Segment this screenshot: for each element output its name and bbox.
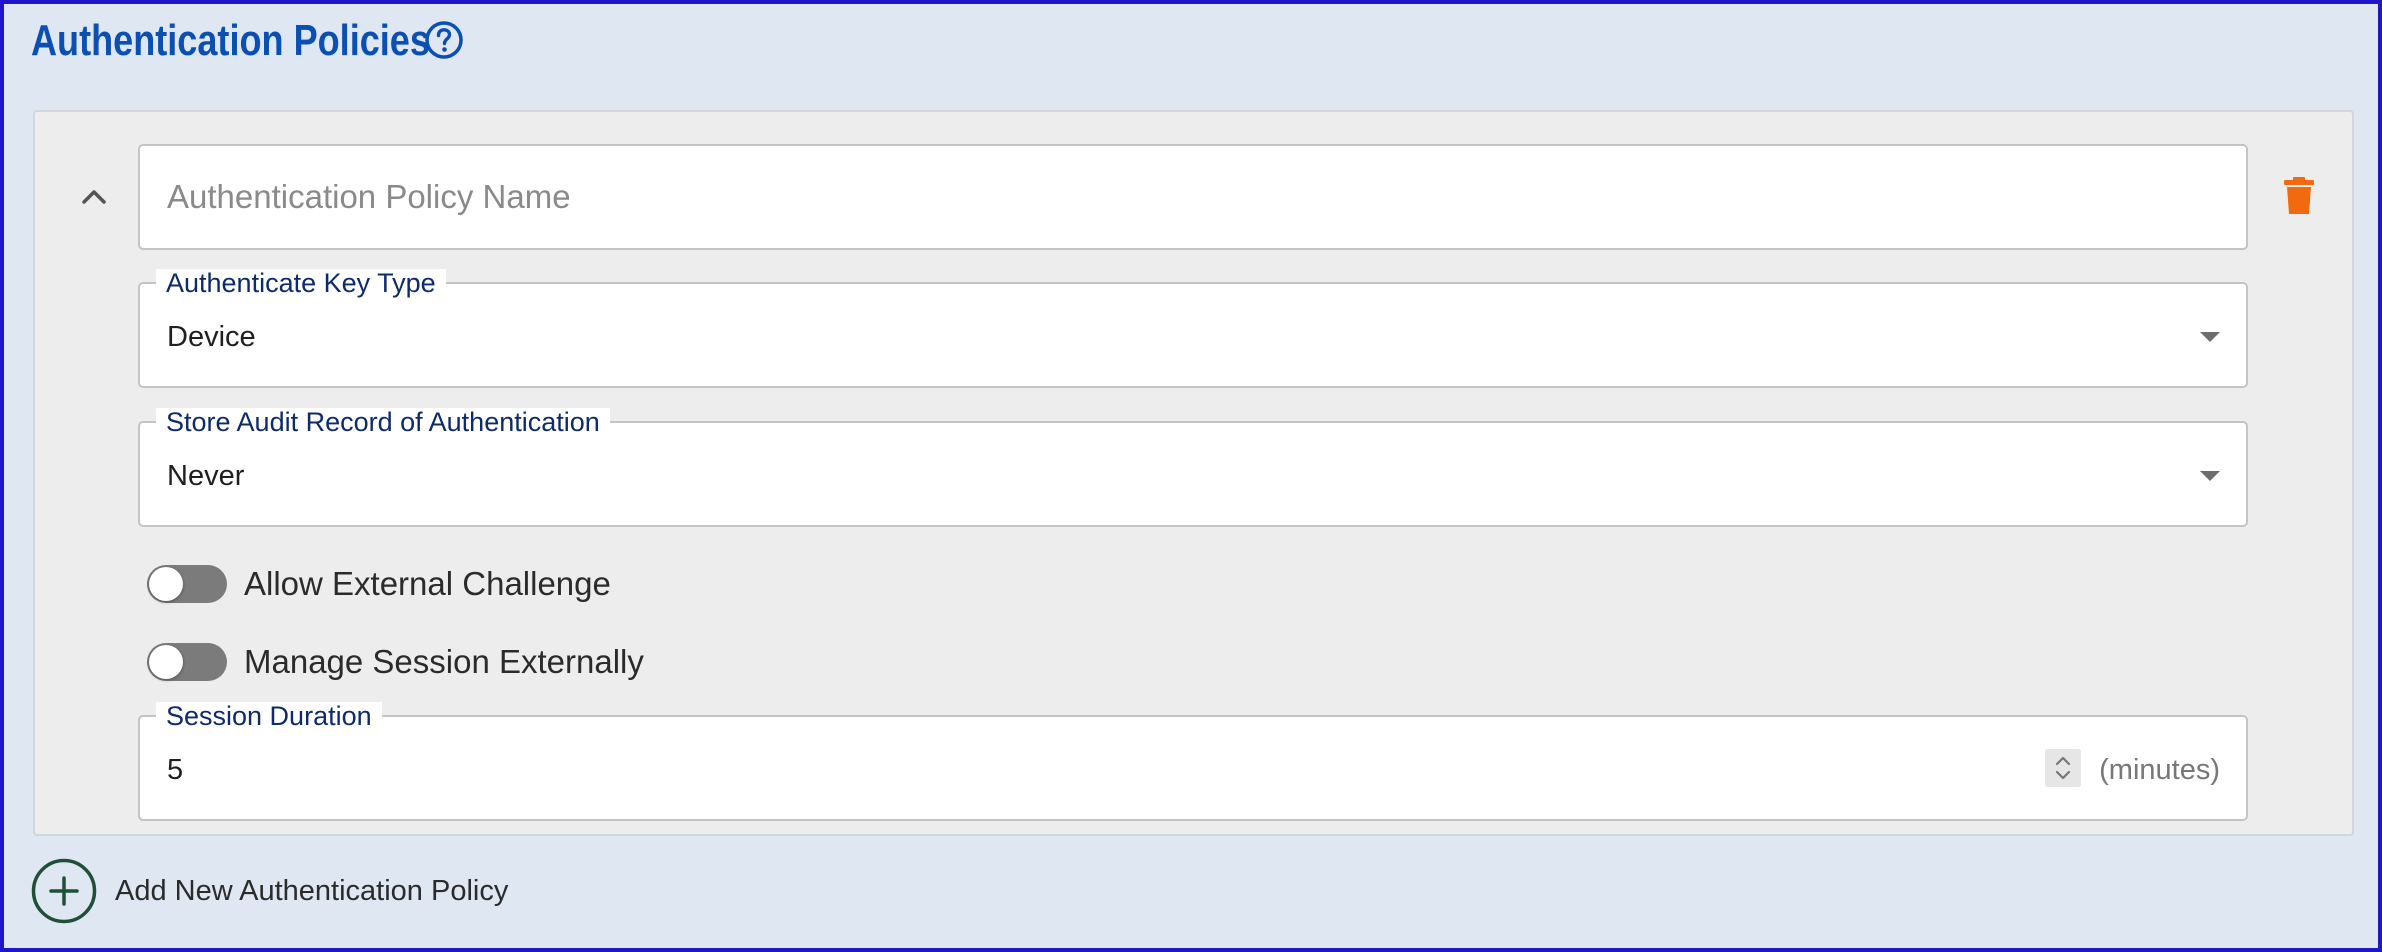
dropdown-arrow-icon[interactable] [2198,330,2222,344]
dropdown-arrow-icon[interactable] [2198,469,2222,483]
manage-session-externally-row: Manage Session Externally [147,636,644,688]
key-type-value: Device [167,320,256,353]
manage-session-externally-label: Manage Session Externally [244,643,644,680]
add-policy-button[interactable]: Add New Authentication Policy [31,858,508,924]
policy-name-input[interactable]: Authentication Policy Name [138,144,2248,250]
add-policy-label: Add New Authentication Policy [115,874,509,907]
number-stepper-icon[interactable] [2045,749,2081,787]
trash-icon[interactable] [2282,176,2316,216]
allow-external-challenge-toggle[interactable] [147,565,227,603]
session-duration-unit: (minutes) [2099,753,2220,786]
toggle-knob [149,645,183,679]
authentication-policies-panel: Authentication Policies Authentication P… [0,0,2382,952]
session-duration-label: Session Duration [156,702,382,730]
allow-external-challenge-row: Allow External Challenge [147,558,611,610]
chevron-up-icon[interactable] [72,176,116,220]
policy-name-placeholder: Authentication Policy Name [167,178,571,215]
toggle-knob [149,567,183,601]
key-type-select[interactable]: Authenticate Key Type Device [138,269,2248,388]
help-circle-icon[interactable] [424,20,464,60]
audit-record-value: Never [167,459,245,492]
manage-session-externally-toggle[interactable] [147,643,227,681]
session-duration-input[interactable]: Session Duration 5 (minutes) [138,702,2248,821]
session-duration-value: 5 [167,753,184,786]
allow-external-challenge-label: Allow External Challenge [244,565,611,602]
page-title: Authentication Policies [31,16,430,65]
audit-record-select[interactable]: Store Audit Record of Authentication Nev… [138,408,2248,527]
plus-circle-icon[interactable] [31,858,97,924]
